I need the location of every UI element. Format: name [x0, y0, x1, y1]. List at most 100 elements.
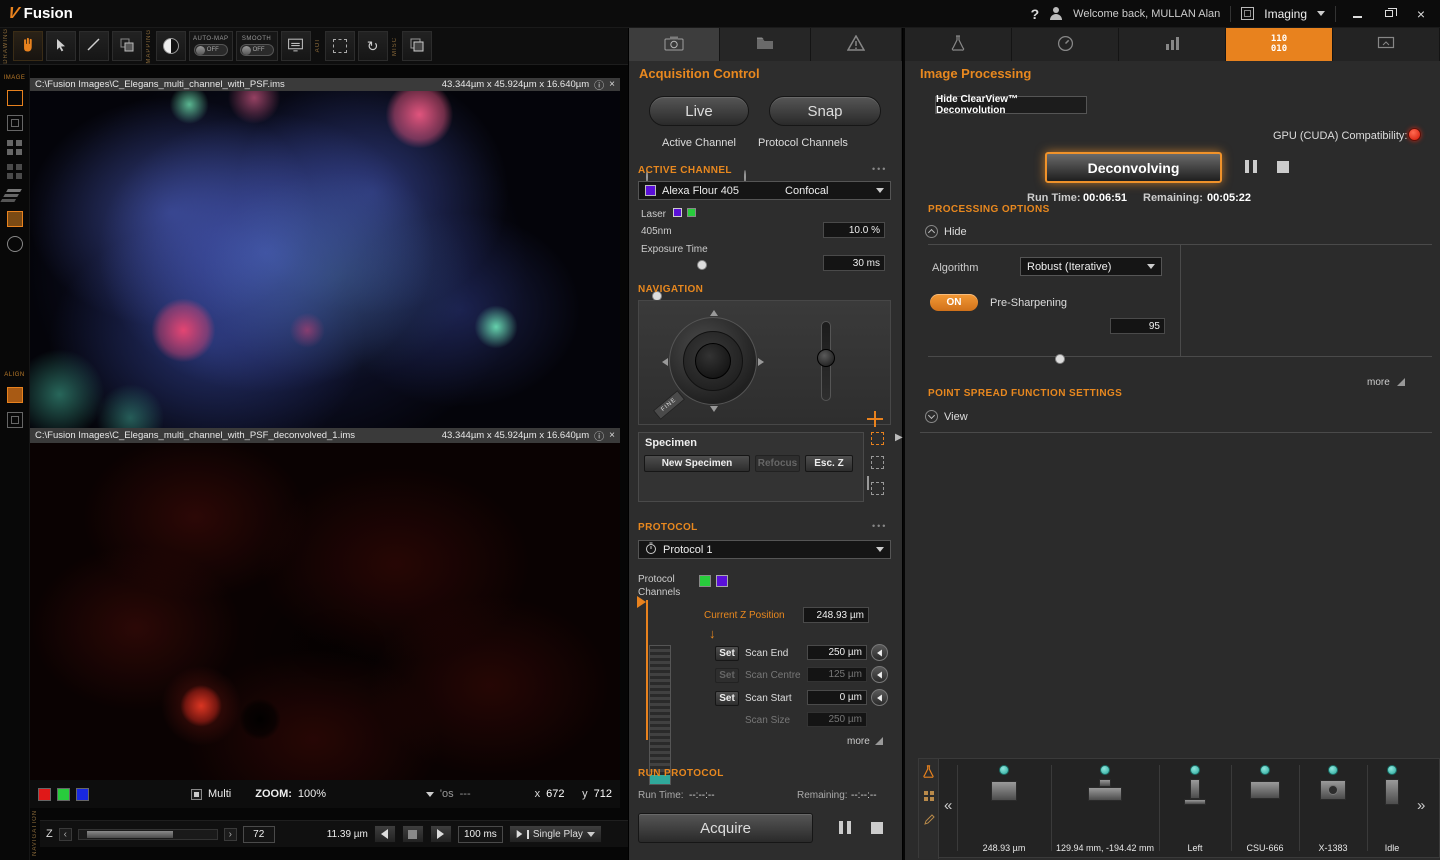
- protocol-purple-channel-swatch[interactable]: [716, 575, 728, 587]
- tab-histogram[interactable]: [1119, 28, 1226, 61]
- xy-joystick[interactable]: [669, 317, 757, 405]
- restore-button[interactable]: [1378, 5, 1400, 23]
- device-csu[interactable]: CSU-666: [1233, 765, 1297, 853]
- acquire-stop-button[interactable]: [871, 822, 883, 834]
- display-levels-button[interactable]: [281, 31, 311, 61]
- frame-interval-value[interactable]: 100 ms: [458, 826, 503, 843]
- presharpening-value[interactable]: 95: [1110, 318, 1165, 334]
- green-channel-swatch[interactable]: [57, 788, 70, 801]
- fine-mode-flag[interactable]: FINE: [653, 390, 685, 420]
- z-step-up-button[interactable]: ›: [224, 828, 237, 841]
- close-button[interactable]: ×: [1410, 5, 1432, 23]
- escape-z-button[interactable]: Esc. Z: [805, 455, 853, 472]
- viewport2-image[interactable]: [30, 443, 620, 780]
- align-frame-button[interactable]: [7, 412, 23, 428]
- scan-start-set-button[interactable]: Set: [715, 691, 739, 706]
- tab-image-processing[interactable]: 110 010: [1226, 28, 1333, 61]
- snap-button[interactable]: Snap: [769, 96, 881, 126]
- view-layers-button[interactable]: [7, 188, 23, 202]
- deconvolve-stop-button[interactable]: [1277, 161, 1289, 173]
- z-play-forward-button[interactable]: [430, 825, 452, 843]
- play-mode-selector[interactable]: Single Play: [509, 825, 602, 843]
- presharpening-toggle[interactable]: ON: [930, 294, 978, 311]
- roi-frame-icon[interactable]: [871, 432, 884, 445]
- acquire-button[interactable]: Acquire: [638, 813, 813, 843]
- tab-display-export[interactable]: [1333, 28, 1440, 61]
- tab-acquisition[interactable]: [629, 28, 720, 61]
- workspace-dropdown-arrow[interactable]: [1317, 11, 1325, 16]
- viewport1-info-icon[interactable]: ⓘ: [594, 77, 604, 92]
- aoi-select-button[interactable]: [325, 31, 355, 61]
- psf-more-link[interactable]: more: [1367, 377, 1390, 388]
- protocol-more-link[interactable]: more: [847, 736, 870, 747]
- smooth-switch[interactable]: OFF: [240, 44, 274, 56]
- hand-tool-button[interactable]: [13, 31, 43, 61]
- hide-options-label[interactable]: Hide: [944, 226, 967, 238]
- scan-centre-set-button[interactable]: Set: [715, 668, 739, 683]
- auto-map-switch[interactable]: OFF: [194, 44, 228, 56]
- presharpening-knob[interactable]: [1055, 354, 1065, 364]
- view-3d-button[interactable]: [7, 211, 23, 227]
- blue-channel-swatch[interactable]: [76, 788, 89, 801]
- zoom-value[interactable]: 100%: [298, 788, 326, 800]
- more-triangle-icon[interactable]: [875, 737, 883, 745]
- new-specimen-button[interactable]: New Specimen: [644, 455, 750, 472]
- device-xy-stage[interactable]: 129.94 mm, -194.42 mm: [1053, 765, 1157, 853]
- pointer-tool-button[interactable]: [46, 31, 76, 61]
- z-slider-handle[interactable]: [87, 831, 173, 838]
- roi-frame2-icon[interactable]: [871, 456, 884, 469]
- align-view-button[interactable]: [7, 387, 23, 403]
- tab-files[interactable]: [720, 28, 811, 61]
- devices-scroll-left[interactable]: «: [944, 797, 952, 814]
- scan-end-set-button[interactable]: Set: [715, 646, 739, 661]
- z-play-backward-button[interactable]: [374, 825, 396, 843]
- device-filter-wheel[interactable]: X-1383: [1301, 765, 1365, 853]
- tab-status-dial[interactable]: [1012, 28, 1119, 61]
- joystick-left-arrow[interactable]: [662, 358, 668, 366]
- active-channel-radio-label[interactable]: Active Channel: [662, 137, 736, 149]
- exposure-value[interactable]: 30 ms: [823, 255, 885, 271]
- joystick-down-arrow[interactable]: [710, 406, 718, 412]
- viewport1-image[interactable]: [30, 91, 620, 428]
- edit-tool-icon[interactable]: [923, 814, 935, 829]
- view-rotate-button[interactable]: [7, 236, 23, 252]
- laser-power-knob[interactable]: [697, 260, 707, 270]
- tab-warnings[interactable]: [811, 28, 902, 61]
- devices-scroll-right[interactable]: »: [1417, 797, 1425, 814]
- help-icon[interactable]: ?: [1031, 6, 1040, 22]
- device-z-stage[interactable]: 248.93 µm: [959, 765, 1049, 853]
- view-psf-label[interactable]: View: [944, 411, 968, 423]
- line-tool-button[interactable]: [79, 31, 109, 61]
- scan-centre-goto-button[interactable]: [871, 666, 888, 683]
- smooth-toggle[interactable]: SMOOTH OFF: [236, 31, 278, 61]
- device-controller[interactable]: Idle: [1369, 765, 1415, 853]
- scan-end-value[interactable]: 250 µm: [807, 645, 867, 660]
- viewport2-close-icon[interactable]: ×: [609, 430, 615, 441]
- laser-power-value[interactable]: 10.0 %: [823, 222, 885, 238]
- algorithm-selector[interactable]: Robust (Iterative): [1020, 257, 1162, 276]
- scan-end-goto-button[interactable]: [871, 644, 888, 661]
- z-stop-button[interactable]: [402, 825, 424, 843]
- deconvolving-button[interactable]: Deconvolving: [1045, 152, 1222, 183]
- protocol-selector[interactable]: Protocol 1: [638, 540, 891, 559]
- psf-more-triangle-icon[interactable]: [1397, 378, 1405, 386]
- viewport2-info-icon[interactable]: ⓘ: [594, 428, 604, 443]
- z-slider[interactable]: [78, 829, 218, 840]
- layout-tool-icon[interactable]: [923, 790, 935, 805]
- protocol-menu-icon[interactable]: •••: [872, 521, 887, 531]
- joystick-knob[interactable]: [695, 343, 731, 379]
- view-multigrid-button[interactable]: [7, 164, 22, 179]
- contrast-map-button[interactable]: [156, 31, 186, 61]
- shape-tool-button[interactable]: [112, 31, 142, 61]
- channel-selector[interactable]: Alexa Flour 405 Confocal: [638, 181, 891, 200]
- view-single-button[interactable]: [7, 90, 23, 106]
- viewport1-close-icon[interactable]: ×: [609, 79, 615, 90]
- laser-purple-swatch[interactable]: [673, 208, 682, 217]
- view-psf-icon[interactable]: [925, 410, 938, 423]
- z-step-down-button[interactable]: ‹: [59, 828, 72, 841]
- acquire-pause-button[interactable]: [839, 821, 851, 834]
- scan-start-goto-button[interactable]: [871, 689, 888, 706]
- live-button[interactable]: Live: [649, 96, 749, 126]
- workspace-selector[interactable]: Imaging: [1264, 7, 1307, 21]
- protocol-green-channel-swatch[interactable]: [699, 575, 711, 587]
